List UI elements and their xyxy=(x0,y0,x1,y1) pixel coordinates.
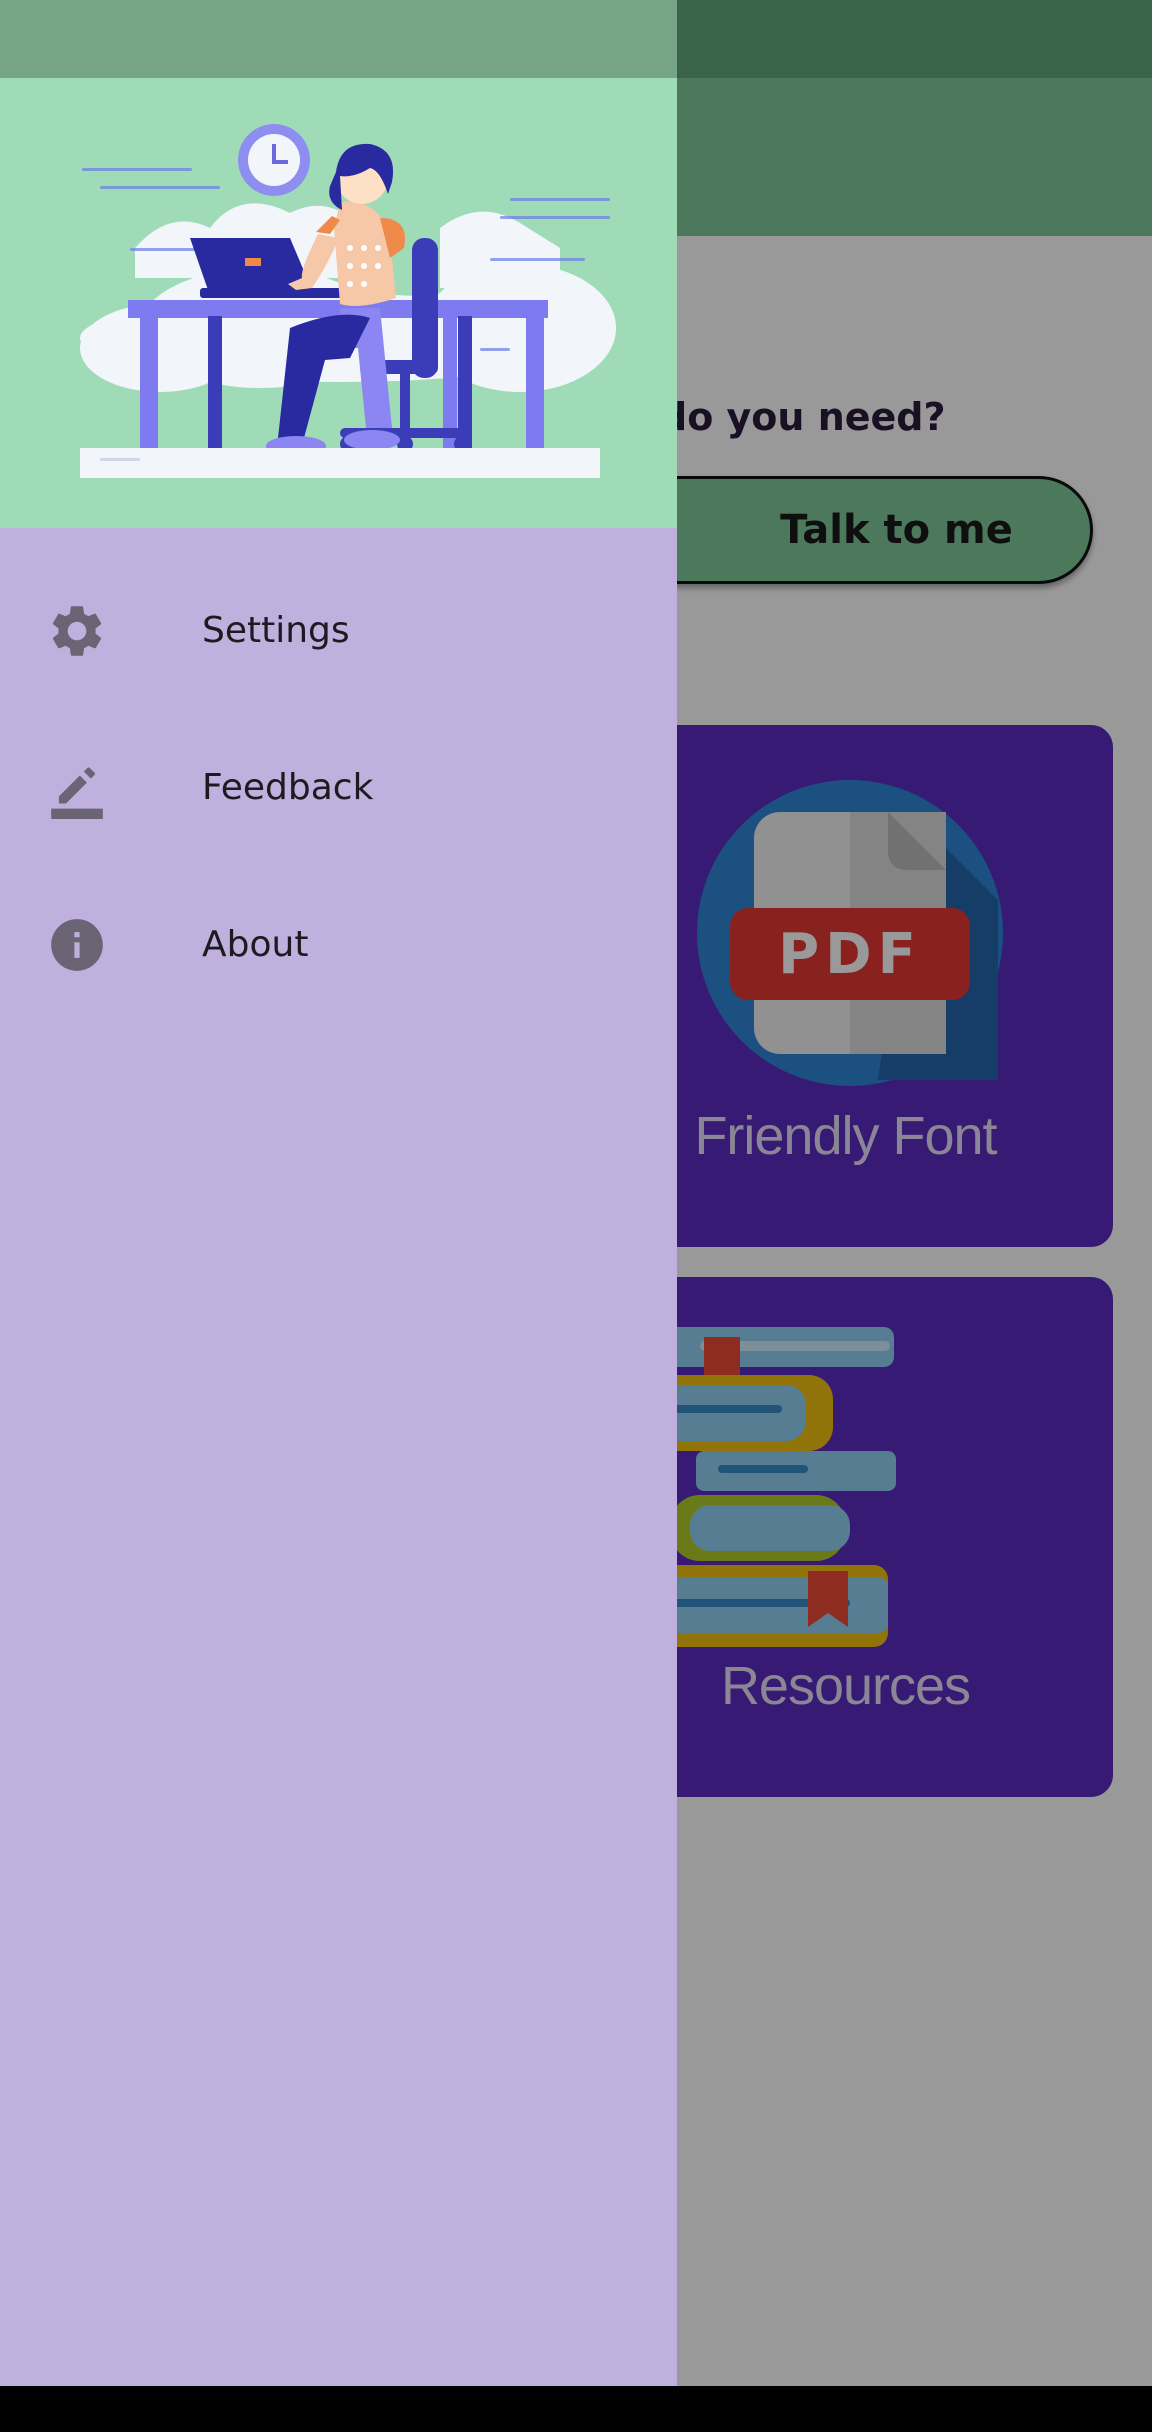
gear-icon xyxy=(52,606,102,656)
system-navigation-bar xyxy=(0,2386,1152,2432)
drawer-item-settings-label: Settings xyxy=(202,609,350,651)
drawer-item-feedback[interactable]: Feedback xyxy=(0,717,677,857)
edit-pencil-icon xyxy=(51,767,103,819)
person-at-desk-illustration xyxy=(80,124,616,478)
drawer-item-about[interactable]: About xyxy=(0,874,677,1014)
drawer-status-bar xyxy=(0,0,677,78)
drawer-item-about-label: About xyxy=(202,923,309,965)
drawer-item-feedback-label: Feedback xyxy=(202,766,374,808)
info-icon xyxy=(51,919,103,971)
drawer-header xyxy=(0,78,677,528)
drawer-item-settings[interactable]: Settings xyxy=(0,560,677,700)
navigation-drawer: Settings Feedback About xyxy=(0,0,677,2386)
